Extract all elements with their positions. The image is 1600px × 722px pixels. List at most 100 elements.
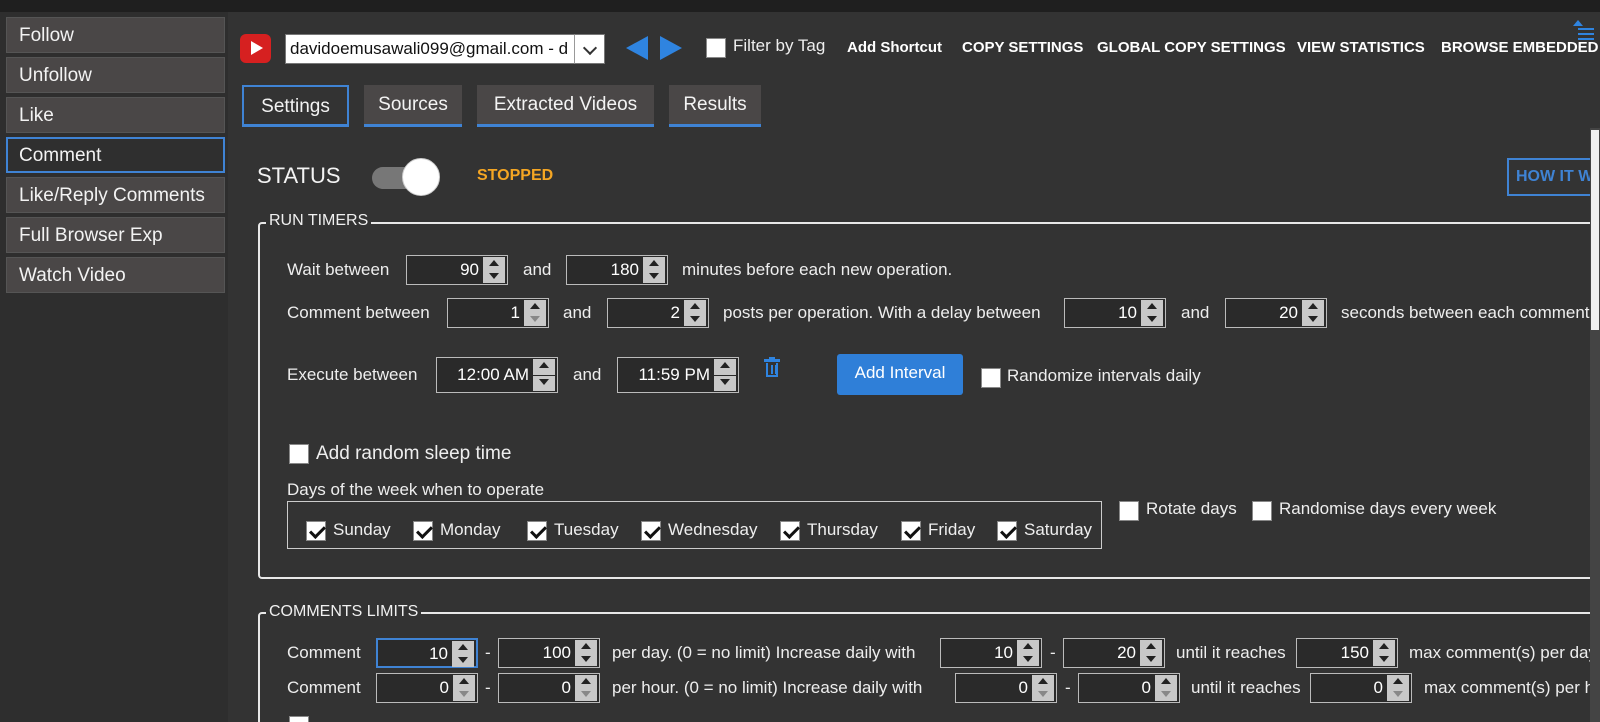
- per-day-limit-stepper[interactable]: 150: [1296, 638, 1398, 668]
- decrement-icon[interactable]: [483, 270, 505, 283]
- increment-icon[interactable]: [1141, 300, 1163, 313]
- increment-icon[interactable]: [453, 675, 475, 688]
- browse-embedded-link[interactable]: BROWSE EMBEDDED: [1441, 39, 1599, 56]
- decrement-icon[interactable]: [1140, 653, 1162, 666]
- friday-checkbox[interactable]: [901, 521, 921, 541]
- decrement-icon[interactable]: [452, 654, 474, 667]
- execute-start-time[interactable]: 12:00 AM: [436, 357, 558, 393]
- sunday-checkbox[interactable]: [306, 521, 326, 541]
- increment-icon[interactable]: [684, 300, 706, 313]
- view-statistics-link[interactable]: VIEW STATISTICS: [1297, 39, 1425, 56]
- decrement-icon[interactable]: [1141, 313, 1163, 326]
- per-day-increase-min-stepper[interactable]: 10: [940, 638, 1042, 668]
- decrement-icon[interactable]: [524, 313, 546, 326]
- collapse-up-icon[interactable]: [1573, 20, 1583, 26]
- per-hour-min-value: 0: [439, 678, 449, 697]
- per-day-min-stepper[interactable]: 10: [376, 638, 478, 668]
- tab-sources[interactable]: Sources: [364, 85, 462, 127]
- per-day-min-value: 10: [429, 644, 448, 663]
- decrement-icon[interactable]: [1387, 688, 1409, 701]
- decrement-icon[interactable]: [1373, 653, 1395, 666]
- sidebar-item-unfollow[interactable]: Unfollow: [6, 57, 225, 93]
- sidebar-item-follow[interactable]: Follow: [6, 17, 225, 53]
- sidebar-item-like[interactable]: Like: [6, 97, 225, 133]
- thursday-checkbox[interactable]: [780, 521, 800, 541]
- increment-icon[interactable]: [575, 675, 597, 688]
- partial-checkbox[interactable]: [289, 716, 309, 722]
- wait-max-stepper[interactable]: 180: [566, 255, 668, 285]
- sidebar-item-full-browser-exp[interactable]: Full Browser Exp: [6, 217, 225, 253]
- sidebar-item-watch-video[interactable]: Watch Video: [6, 257, 225, 293]
- menu-icon[interactable]: [1578, 28, 1594, 40]
- saturday-checkbox[interactable]: [997, 521, 1017, 541]
- add-shortcut-link[interactable]: Add Shortcut: [847, 39, 942, 56]
- friday-label: Friday: [928, 520, 976, 539]
- increment-icon[interactable]: [1373, 640, 1395, 653]
- decrement-icon[interactable]: [453, 688, 475, 701]
- decrement-icon[interactable]: [1017, 653, 1039, 666]
- status-toggle-knob[interactable]: [402, 158, 440, 196]
- how-it-works-button[interactable]: HOW IT W: [1507, 158, 1600, 196]
- rotate-days-checkbox[interactable]: [1119, 501, 1139, 521]
- add-interval-button[interactable]: Add Interval: [837, 354, 963, 395]
- scrollbar-thumb[interactable]: [1591, 130, 1599, 330]
- next-account-icon[interactable]: [660, 36, 682, 60]
- delay-min-stepper[interactable]: 10: [1064, 298, 1166, 328]
- increment-icon[interactable]: [643, 257, 665, 270]
- decrement-icon[interactable]: [1302, 313, 1324, 326]
- global-copy-settings-link[interactable]: GLOBAL COPY SETTINGS: [1097, 39, 1286, 56]
- randomise-days-checkbox[interactable]: [1252, 501, 1272, 521]
- increment-icon[interactable]: [1017, 640, 1039, 653]
- add-random-sleep-checkbox[interactable]: [289, 444, 309, 464]
- increment-icon[interactable]: [575, 640, 597, 653]
- per-hour-max-stepper[interactable]: 0: [498, 673, 600, 703]
- decrement-icon[interactable]: [1032, 688, 1054, 701]
- account-select[interactable]: davidoemusawali099@gmail.com - d: [285, 34, 605, 64]
- chevron-down-icon[interactable]: [574, 34, 605, 64]
- tuesday-checkbox[interactable]: [527, 521, 547, 541]
- per-day-increase-max-stepper[interactable]: 20: [1063, 638, 1165, 668]
- rotate-days-label: Rotate days: [1146, 499, 1237, 518]
- increment-icon[interactable]: [533, 359, 555, 375]
- previous-account-icon[interactable]: [626, 36, 648, 60]
- wait-min-stepper[interactable]: 90: [406, 255, 508, 285]
- sidebar-item-comment[interactable]: Comment: [6, 137, 225, 173]
- comments-limits-legend: COMMENTS LIMITS: [266, 603, 422, 621]
- copy-settings-link[interactable]: COPY SETTINGS: [962, 39, 1083, 56]
- execute-end-time[interactable]: 11:59 PM: [617, 357, 739, 393]
- increment-icon[interactable]: [1387, 675, 1409, 688]
- posts-max-stepper[interactable]: 2: [607, 298, 709, 328]
- increment-icon[interactable]: [1302, 300, 1324, 313]
- per-hour-limit-stepper[interactable]: 0: [1310, 673, 1412, 703]
- monday-checkbox[interactable]: [413, 521, 433, 541]
- decrement-icon[interactable]: [575, 688, 597, 701]
- increment-icon[interactable]: [1140, 640, 1162, 653]
- randomize-intervals-checkbox[interactable]: [981, 368, 1001, 388]
- per-hour-min-stepper[interactable]: 0: [376, 673, 478, 703]
- decrement-icon[interactable]: [533, 376, 555, 391]
- trash-icon[interactable]: [764, 357, 780, 377]
- increment-icon[interactable]: [1155, 675, 1177, 688]
- wednesday-checkbox[interactable]: [641, 521, 661, 541]
- delay-max-stepper[interactable]: 20: [1225, 298, 1327, 328]
- sidebar-item-like-reply-comments[interactable]: Like/Reply Comments: [6, 177, 225, 213]
- increment-icon[interactable]: [1032, 675, 1054, 688]
- decrement-icon[interactable]: [575, 653, 597, 666]
- increment-icon[interactable]: [483, 257, 505, 270]
- increment-icon[interactable]: [452, 641, 474, 654]
- decrement-icon[interactable]: [714, 376, 736, 391]
- decrement-icon[interactable]: [643, 270, 665, 283]
- increment-icon[interactable]: [524, 300, 546, 313]
- tab-settings[interactable]: Settings: [242, 85, 349, 127]
- posts-min-stepper[interactable]: 1: [447, 298, 549, 328]
- decrement-icon[interactable]: [684, 313, 706, 326]
- per-day-max-stepper[interactable]: 100: [498, 638, 600, 668]
- run-timers-legend: RUN TIMERS: [266, 212, 372, 230]
- decrement-icon[interactable]: [1155, 688, 1177, 701]
- per-hour-increase-min-stepper[interactable]: 0: [955, 673, 1057, 703]
- increment-icon[interactable]: [714, 359, 736, 375]
- tab-extracted-videos[interactable]: Extracted Videos: [477, 85, 654, 127]
- per-hour-increase-max-stepper[interactable]: 0: [1078, 673, 1180, 703]
- filter-by-tag-checkbox[interactable]: [706, 38, 726, 58]
- tab-results[interactable]: Results: [669, 85, 761, 127]
